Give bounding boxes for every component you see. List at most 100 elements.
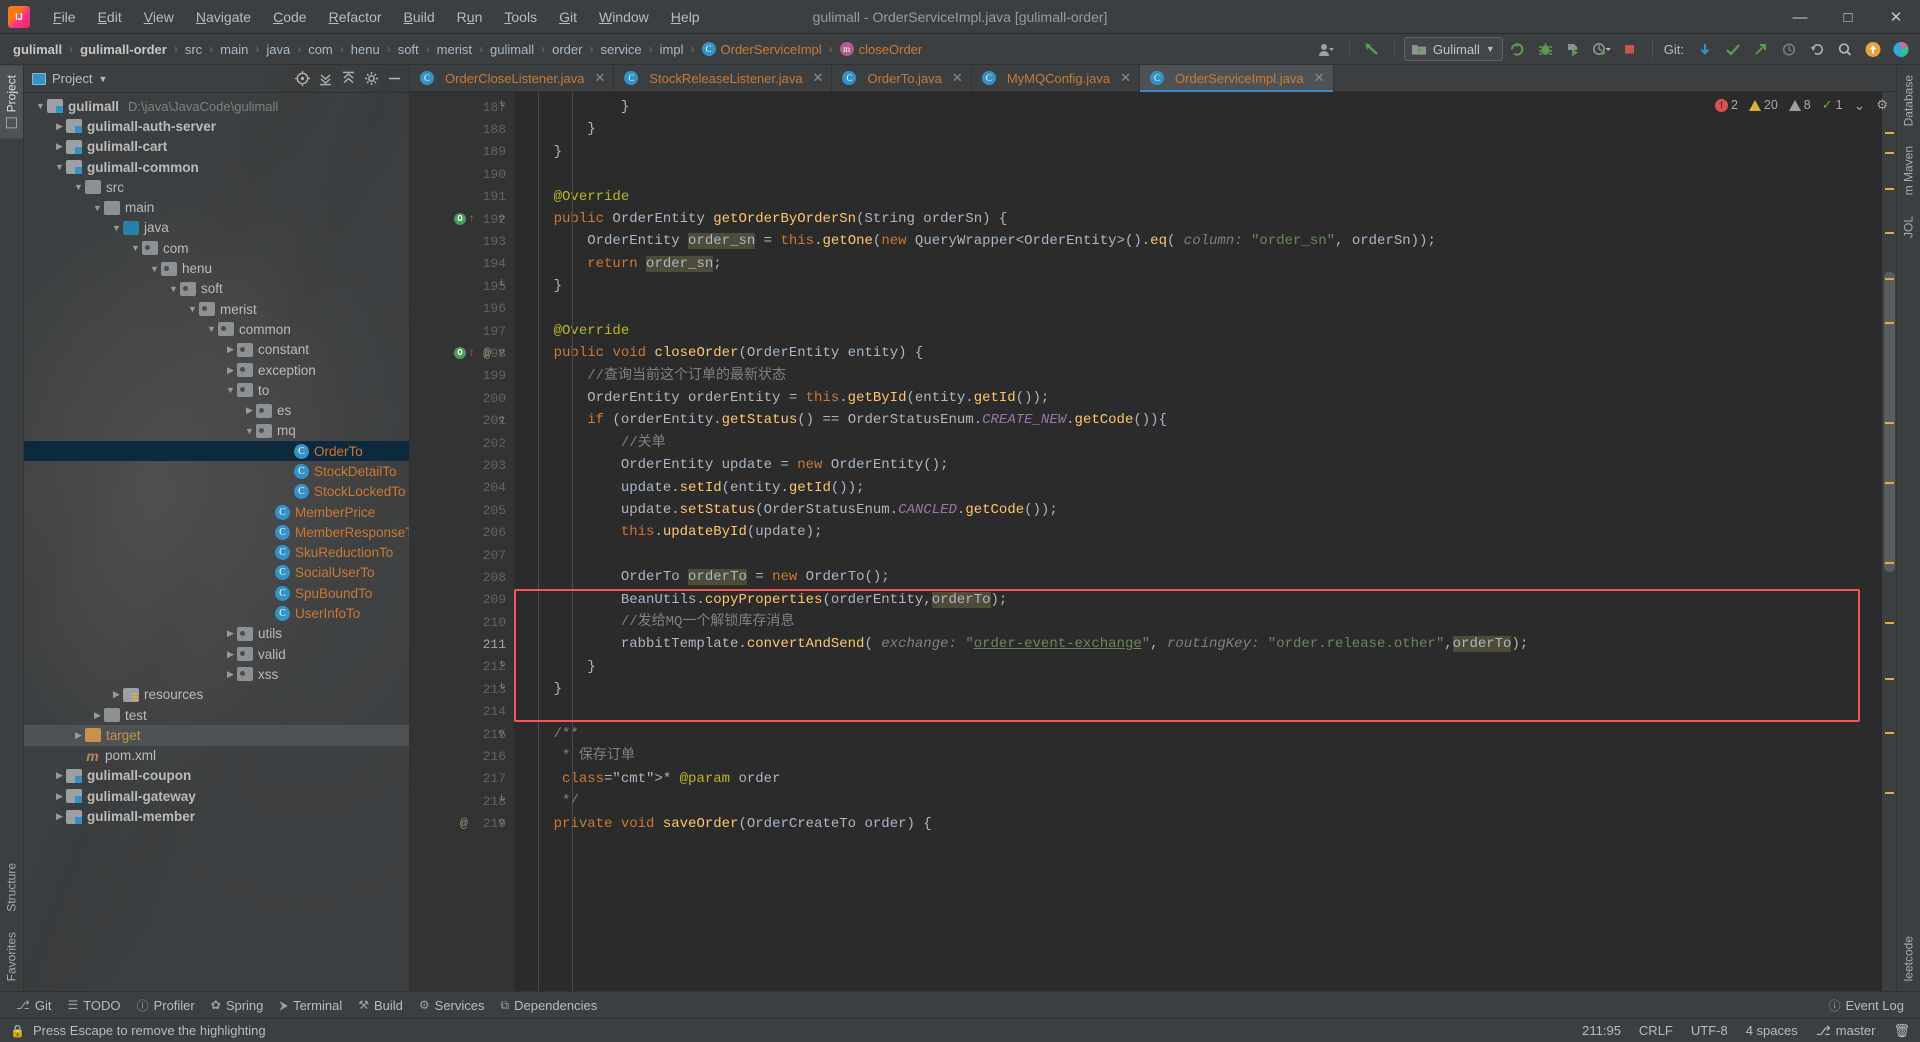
- code-line[interactable]: /**: [514, 723, 1882, 745]
- fold-start-icon[interactable]: ▽: [496, 818, 507, 830]
- menu-item-view[interactable]: View: [133, 6, 185, 28]
- update-notification-icon[interactable]: [1860, 37, 1886, 61]
- code-line[interactable]: public void closeOrder(OrderEntity entit…: [514, 342, 1882, 364]
- tree-node-gulimall[interactable]: ▼ gulimall D:\java\JavaCode\gulimall: [24, 96, 409, 116]
- tree-node-src[interactable]: ▼ src: [24, 177, 409, 197]
- gutter-line[interactable]: 217: [410, 768, 514, 790]
- tree-node-merist[interactable]: ▼ merist: [24, 299, 409, 319]
- gutter-line[interactable]: 189: [410, 141, 514, 163]
- tree-node-gulimall-gateway[interactable]: ▶ gulimall-gateway: [24, 786, 409, 806]
- code-line[interactable]: * 保存订单: [514, 745, 1882, 767]
- tree-node-main[interactable]: ▼ main: [24, 197, 409, 217]
- tree-node-gulimall-auth-server[interactable]: ▶ gulimall-auth-server: [24, 116, 409, 136]
- breadcrumb-item-java[interactable]: java: [263, 41, 293, 58]
- gutter-line[interactable]: 212 └: [410, 656, 514, 678]
- close-tab-icon[interactable]: ✕: [1120, 70, 1131, 86]
- chevron-right-icon[interactable]: ▶: [72, 730, 85, 741]
- minimize-button[interactable]: —: [1776, 0, 1824, 34]
- gutter-line[interactable]: 216: [410, 745, 514, 767]
- code-line[interactable]: @Override: [514, 320, 1882, 342]
- gutter-marker[interactable]: O ↑ @: [454, 346, 491, 361]
- close-tab-icon[interactable]: ✕: [813, 70, 824, 86]
- user-account-icon[interactable]: [1314, 37, 1340, 61]
- event-log-button[interactable]: ⓘ Event Log: [1820, 995, 1912, 1016]
- gutter-line[interactable]: 203: [410, 454, 514, 476]
- code-line[interactable]: [514, 544, 1882, 566]
- menu-item-file[interactable]: File: [42, 6, 87, 28]
- git-history-icon[interactable]: [1776, 37, 1802, 61]
- inspections-settings[interactable]: ⚙: [1876, 97, 1888, 113]
- tree-node-exception[interactable]: ▶ exception: [24, 360, 409, 380]
- code-line[interactable]: OrderEntity update = new OrderEntity();: [514, 454, 1882, 476]
- gutter-line[interactable]: 191: [410, 186, 514, 208]
- bottom-tool-button-build[interactable]: ⚒ Build: [350, 996, 411, 1015]
- caret-position[interactable]: 211:95: [1582, 1023, 1621, 1038]
- gutter-line[interactable]: 211: [410, 633, 514, 655]
- run-configuration-selector[interactable]: Gulimall ▼: [1403, 37, 1503, 61]
- editor-tab-mymqconfig[interactable]: C MyMQConfig.java ✕: [972, 65, 1141, 91]
- tree-node-constant[interactable]: ▶ constant: [24, 340, 409, 360]
- code-line[interactable]: */: [514, 790, 1882, 812]
- editor-tab-orderserviceimpl[interactable]: C OrderServiceImpl.java ✕: [1140, 65, 1334, 92]
- chevron-down-icon[interactable]: ▼: [148, 264, 161, 274]
- project-tree[interactable]: ▼ gulimall D:\java\JavaCode\gulimall ▶ gulim…: [24, 93, 409, 991]
- trash-icon[interactable]: 🗑: [1893, 1023, 1910, 1039]
- code-line[interactable]: //发给MQ一个解锁库存消息: [514, 611, 1882, 633]
- gutter-line[interactable]: 207: [410, 544, 514, 566]
- editor-tab-ordercloselistener[interactable]: C OrderCloseListener.java ✕: [410, 65, 615, 91]
- code-line[interactable]: }: [514, 275, 1882, 297]
- chevron-right-icon[interactable]: ▶: [243, 405, 256, 416]
- chevron-down-icon[interactable]: ▼: [110, 223, 123, 233]
- bottom-tool-button-profiler[interactable]: ⓘ Profiler: [129, 995, 203, 1016]
- menu-item-build[interactable]: Build: [393, 6, 446, 28]
- debug-button[interactable]: [1533, 37, 1559, 61]
- chevron-down-icon[interactable]: ▼: [98, 74, 107, 84]
- gutter-line[interactable]: 218 └: [410, 790, 514, 812]
- annotation-marker-icon[interactable]: @: [460, 816, 468, 831]
- code-line[interactable]: class="cmt">* @param order: [514, 768, 1882, 790]
- gutter-line[interactable]: 215 ▽: [410, 723, 514, 745]
- gutter-line[interactable]: 204: [410, 477, 514, 499]
- tree-node-target[interactable]: ▶ target: [24, 725, 409, 746]
- tree-node-gulimall-coupon[interactable]: ▶ gulimall-coupon: [24, 766, 409, 786]
- breadcrumb-item-order[interactable]: order: [549, 41, 585, 58]
- tool-window-tab-project[interactable]: Project: [0, 65, 23, 139]
- fold-start-icon[interactable]: ▽: [496, 214, 507, 225]
- tool-window-tab-maven[interactable]: m Maven: [1897, 136, 1920, 205]
- code-line[interactable]: public OrderEntity getOrderByOrderSn(Str…: [514, 208, 1882, 230]
- overriding-arrow-icon[interactable]: ↑: [468, 213, 475, 225]
- close-button[interactable]: ✕: [1872, 0, 1920, 34]
- code-line[interactable]: OrderEntity order_sn = this.getOne(new Q…: [514, 230, 1882, 252]
- weak-warning-count-chip[interactable]: 8: [1788, 98, 1811, 112]
- file-encoding[interactable]: UTF-8: [1691, 1023, 1728, 1038]
- breadcrumb-item-orderserviceimpl[interactable]: C OrderServiceImpl: [699, 41, 825, 58]
- editor-marker-bar[interactable]: [1882, 92, 1896, 991]
- breadcrumb-item-gulimall[interactable]: gulimall: [10, 41, 65, 58]
- stop-button[interactable]: [1617, 37, 1643, 61]
- gutter-line[interactable]: 214: [410, 701, 514, 723]
- close-tab-icon[interactable]: ✕: [594, 70, 605, 86]
- close-tab-icon[interactable]: ✕: [952, 70, 963, 86]
- chevron-right-icon[interactable]: ▶: [53, 811, 66, 822]
- breadcrumb-item-soft[interactable]: soft: [395, 41, 422, 58]
- tree-node-gulimall-cart[interactable]: ▶ gulimall-cart: [24, 137, 409, 157]
- chevron-down-icon[interactable]: ▼: [243, 426, 256, 436]
- bottom-tool-button-terminal[interactable]: ⮞ Terminal: [271, 996, 350, 1015]
- chevron-right-icon[interactable]: ▶: [110, 689, 123, 700]
- run-button[interactable]: [1505, 37, 1531, 61]
- gutter-line[interactable]: 205: [410, 499, 514, 521]
- tree-node-valid[interactable]: ▶ valid: [24, 644, 409, 664]
- code-line[interactable]: [514, 701, 1882, 723]
- settings-gear-icon[interactable]: [360, 68, 382, 90]
- git-update-icon[interactable]: [1692, 37, 1718, 61]
- tree-node-java[interactable]: ▼ java: [24, 218, 409, 238]
- tree-node-utils[interactable]: ▶ utils: [24, 624, 409, 644]
- menu-item-run[interactable]: Run: [446, 6, 494, 28]
- code-line[interactable]: @Override: [514, 186, 1882, 208]
- breadcrumb-item-gulimall-order[interactable]: gulimall-order: [77, 41, 170, 58]
- hide-tool-window-icon[interactable]: [383, 68, 405, 90]
- chevron-down-icon[interactable]: ▼: [186, 304, 199, 314]
- fold-end-icon[interactable]: └: [496, 281, 507, 292]
- code-line[interactable]: BeanUtils.copyProperties(orderEntity,ord…: [514, 589, 1882, 611]
- menu-item-window[interactable]: Window: [588, 6, 660, 28]
